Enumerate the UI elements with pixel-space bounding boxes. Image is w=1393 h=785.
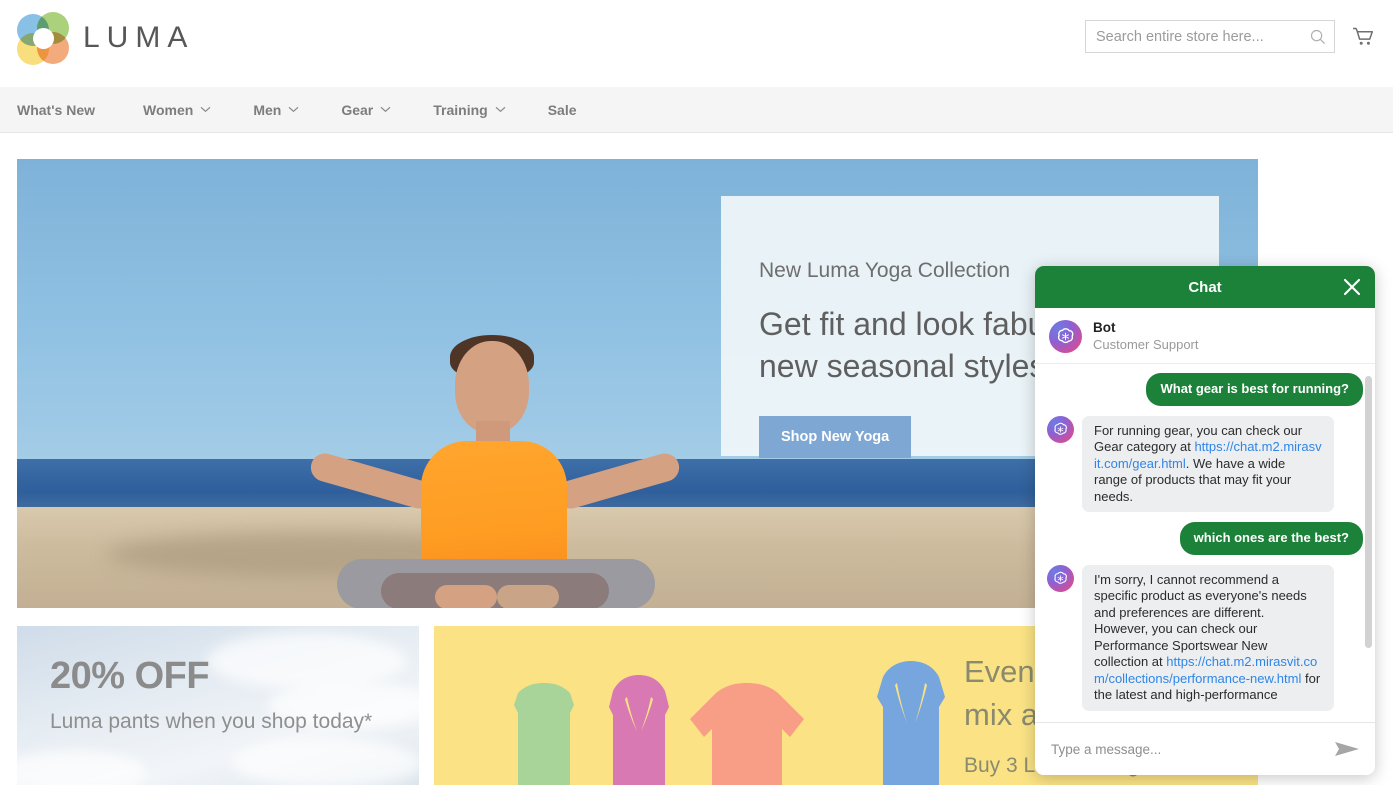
- chat-message-user: which ones are the best?: [1047, 522, 1363, 555]
- search-input[interactable]: [1086, 21, 1334, 52]
- nav-item-training[interactable]: Training: [433, 102, 525, 118]
- send-icon[interactable]: [1333, 738, 1361, 760]
- bot-avatar: [1049, 319, 1082, 353]
- chat-widget: Chat Bot Customer Support What gear is b…: [1035, 266, 1375, 775]
- bot-avatar: [1047, 564, 1074, 592]
- close-icon[interactable]: [1341, 276, 1363, 298]
- chat-input-row: [1035, 722, 1375, 775]
- nav-label: Sale: [547, 101, 577, 118]
- tee-salmon-icon: [690, 683, 804, 785]
- promo-tile-discount[interactable]: 20% OFF Luma pants when you shop today*: [17, 626, 419, 785]
- nav-label: What's New: [17, 101, 96, 118]
- chat-message-input[interactable]: [1049, 740, 1333, 758]
- nav-label: Training: [433, 101, 488, 118]
- cart-icon[interactable]: [1351, 25, 1375, 49]
- nav-label: Men: [253, 101, 282, 118]
- page-root: LUMA What's New Women: [0, 0, 1393, 785]
- nav-label: Gear: [341, 101, 374, 118]
- header-actions: [1085, 20, 1375, 53]
- nav-item-whats-new[interactable]: What's New: [17, 102, 115, 118]
- luma-logo-icon: [17, 12, 69, 65]
- message-bubble-user: which ones are the best?: [1179, 522, 1363, 555]
- chevron-down-icon: [380, 106, 391, 113]
- chat-title: Chat: [1188, 278, 1222, 296]
- logo[interactable]: LUMA: [17, 12, 195, 65]
- bot-role: Customer Support: [1093, 337, 1199, 352]
- promo-discount-headline: 20% OFF: [50, 655, 210, 697]
- chat-scrollbar-thumb[interactable]: [1365, 376, 1372, 648]
- chat-header: Chat: [1035, 266, 1375, 308]
- nav-item-women[interactable]: Women: [143, 102, 231, 118]
- nav-item-gear[interactable]: Gear: [341, 102, 411, 118]
- chat-message-user: What gear is best for running?: [1047, 373, 1363, 406]
- chevron-down-icon: [495, 106, 506, 113]
- shop-new-yoga-button[interactable]: Shop New Yoga: [759, 416, 912, 458]
- message-bubble-bot: For running gear, you can check our Gear…: [1082, 415, 1334, 512]
- chat-agent-info: Bot Customer Support: [1035, 308, 1375, 364]
- hero-model-image: [285, 335, 715, 608]
- openai-logo-icon: [1054, 422, 1067, 435]
- nav-item-men[interactable]: Men: [253, 102, 319, 118]
- bot-avatar: [1047, 415, 1074, 443]
- site-header: LUMA: [0, 0, 1393, 87]
- search-box[interactable]: [1085, 20, 1335, 53]
- openai-logo-icon: [1057, 327, 1074, 343]
- racerback-pink-icon: [609, 675, 669, 785]
- search-icon[interactable]: [1310, 29, 1326, 45]
- promo-discount-subline: Luma pants when you shop today*: [50, 710, 373, 733]
- openai-logo-icon: [1054, 571, 1067, 584]
- racerback-blue-icon: [877, 661, 945, 785]
- brand-name: LUMA: [83, 21, 195, 54]
- bot-name: Bot: [1093, 320, 1116, 335]
- chat-message-bot: For running gear, you can check our Gear…: [1047, 415, 1363, 512]
- nav-label: Women: [143, 101, 194, 118]
- chat-message-list[interactable]: What gear is best for running? For runni…: [1035, 364, 1375, 722]
- chevron-down-icon: [288, 106, 299, 113]
- tank-green-icon: [514, 683, 574, 785]
- message-bubble-user: What gear is best for running?: [1146, 373, 1363, 406]
- chat-message-bot: I'm sorry, I cannot recommend a specific…: [1047, 564, 1363, 711]
- hero-eyebrow: New Luma Yoga Collection: [759, 259, 1010, 282]
- message-bubble-bot: I'm sorry, I cannot recommend a specific…: [1082, 564, 1334, 711]
- chevron-down-icon: [200, 106, 211, 113]
- nav-item-sale[interactable]: Sale: [548, 102, 597, 118]
- main-nav: What's New Women Men Gear Training Sale: [0, 87, 1393, 133]
